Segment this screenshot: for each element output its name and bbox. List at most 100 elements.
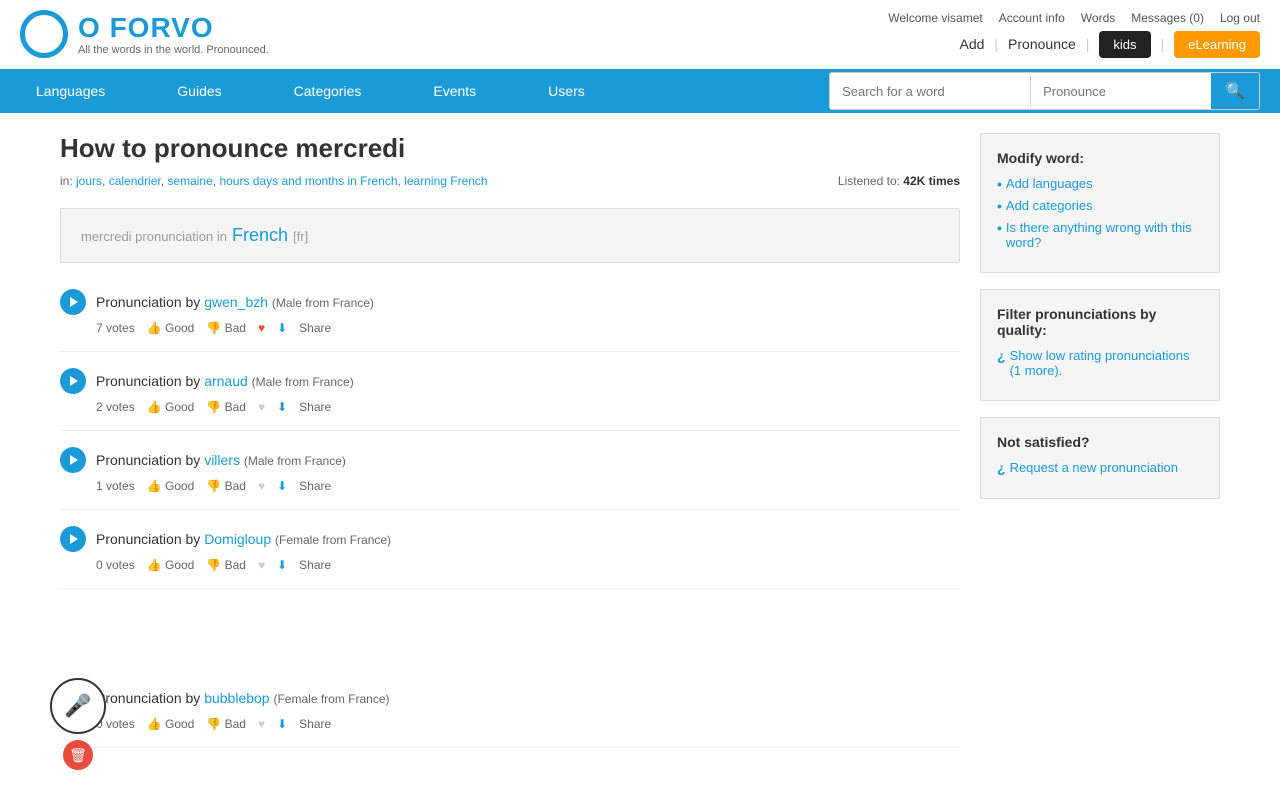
share-btn-2[interactable]: Share [299, 400, 331, 414]
bad-btn-1[interactable]: 👎 Bad [206, 321, 246, 335]
play-button-4[interactable] [60, 526, 86, 552]
kids-button[interactable]: kids [1099, 31, 1150, 58]
entry-1-label: Pronunciation by gwen_bzh (Male from Fra… [96, 294, 374, 310]
play-button-1[interactable] [60, 289, 86, 315]
cat-calendrier[interactable]: calendrier [109, 174, 161, 188]
main-content: How to pronounce mercredi in: jours, cal… [60, 133, 960, 748]
heart-icon-5[interactable]: ♥ [258, 717, 265, 731]
page-title: How to pronounce mercredi [60, 133, 960, 164]
modify-word-box: Modify word: • Add languages • Add categ… [980, 133, 1220, 273]
mic-button[interactable]: 🎤 [50, 678, 106, 734]
cat-jours[interactable]: jours [76, 174, 102, 188]
download-btn-4[interactable]: ⬇ [277, 558, 287, 572]
pronunciation-block: mercredi pronunciation in French [fr] [60, 208, 960, 263]
header-top-links: Welcome visamet Account info Words Messa… [888, 11, 1260, 25]
heart-icon-4[interactable]: ♥ [258, 558, 265, 572]
good-btn-2[interactable]: 👍 Good [147, 400, 195, 414]
language-link[interactable]: French [232, 225, 288, 245]
user-bubblebop[interactable]: bubblebop [204, 690, 269, 706]
nav-guides[interactable]: Guides [141, 69, 257, 113]
share-btn-5[interactable]: Share [299, 717, 331, 731]
logo-tagline: All the words in the world. Pronounced. [78, 44, 269, 56]
entry-1-actions: 7 votes 👍 Good 👎 Bad ♥ ⬇ Share [60, 321, 960, 335]
search-input[interactable] [830, 76, 1030, 107]
ad-area [60, 589, 960, 669]
nav-languages[interactable]: Languages [0, 69, 141, 113]
delete-button[interactable]: 🗑 [63, 740, 93, 770]
cat-learning[interactable]: learning French [404, 174, 487, 188]
heart-icon-2[interactable]: ♥ [258, 400, 265, 414]
votes-2: 2 votes [96, 400, 135, 414]
request-pronunciation-link[interactable]: Request a new pronunciation [1010, 460, 1178, 475]
user-villers[interactable]: villers [204, 452, 240, 468]
good-btn-4[interactable]: 👍 Good [147, 558, 195, 572]
main-nav: Languages Guides Categories Events Users… [0, 69, 1280, 113]
bad-btn-5[interactable]: 👎 Bad [206, 717, 246, 731]
entry-5-label: Pronunciation by bubblebop (Female from … [96, 690, 390, 706]
cat-semaine[interactable]: semaine [167, 174, 212, 188]
heart-icon-1[interactable]: ♥ [258, 321, 265, 335]
play-button-3[interactable] [60, 447, 86, 473]
pronunciation-heading: mercredi pronunciation in French [fr] [81, 225, 939, 246]
entry-2-actions: 2 votes 👍 Good 👎 Bad ♥ ⬇ Share [60, 400, 960, 414]
cat-hours[interactable]: hours days and months in French [219, 174, 397, 188]
logout-link[interactable]: Log out [1220, 11, 1260, 25]
pronounce-link[interactable]: Pronounce [1008, 36, 1076, 52]
entry-2-label: Pronunciation by arnaud (Male from Franc… [96, 373, 354, 389]
entry-2-meta: (Male from France) [252, 375, 354, 389]
user-domigloup[interactable]: Domigloup [204, 531, 271, 547]
entry-4-actions: 0 votes 👍 Good 👎 Bad ♥ ⬇ Share [60, 558, 960, 572]
bad-btn-2[interactable]: 👎 Bad [206, 400, 246, 414]
in-label: in: [60, 174, 76, 188]
votes-3: 1 votes [96, 479, 135, 493]
meta-line: in: jours, calendrier, semaine, hours da… [60, 174, 960, 188]
messages-link[interactable]: Messages (0) [1131, 11, 1204, 25]
words-link[interactable]: Words [1081, 11, 1115, 25]
separator: | [994, 36, 998, 52]
share-btn-4[interactable]: Share [299, 558, 331, 572]
user-arnaud[interactable]: arnaud [204, 373, 248, 389]
entry-3-actions: 1 votes 👍 Good 👎 Bad ♥ ⬇ Share [60, 479, 960, 493]
logo-circle-icon [20, 10, 68, 58]
add-languages-link[interactable]: Add languages [1006, 176, 1093, 191]
download-btn-3[interactable]: ⬇ [277, 479, 287, 493]
votes-4: 0 votes [96, 558, 135, 572]
welcome-text: Welcome visamet [888, 11, 982, 25]
bad-btn-3[interactable]: 👎 Bad [206, 479, 246, 493]
search-button[interactable]: 🔍 [1211, 73, 1259, 109]
entry-4-meta: (Female from France) [275, 533, 391, 547]
entry-5-meta: (Female from France) [273, 692, 389, 706]
nav-users[interactable]: Users [512, 69, 621, 113]
entry-4-label: Pronunciation by Domigloup (Female from … [96, 531, 391, 547]
add-link[interactable]: Add [959, 36, 984, 52]
bad-btn-4[interactable]: 👎 Bad [206, 558, 246, 572]
elearning-button[interactable]: eLearning [1174, 31, 1260, 58]
user-gwen_bzh[interactable]: gwen_bzh [204, 294, 268, 310]
good-btn-5[interactable]: 👍 Good [147, 717, 195, 731]
download-btn-2[interactable]: ⬇ [277, 400, 287, 414]
add-categories-link[interactable]: Add categories [1006, 198, 1093, 213]
download-btn-1[interactable]: ⬇ [277, 321, 287, 335]
good-btn-1[interactable]: 👍 Good [147, 321, 195, 335]
play-button-2[interactable] [60, 368, 86, 394]
votes-1: 7 votes [96, 321, 135, 335]
modify-word-title: Modify word: [997, 150, 1203, 166]
wrong-word-link[interactable]: Is there anything wrong with this word? [1006, 220, 1203, 250]
share-btn-1[interactable]: Share [299, 321, 331, 335]
good-btn-3[interactable]: 👍 Good [147, 479, 195, 493]
not-satisfied-box: Not satisfied? ¿ Request a new pronuncia… [980, 417, 1220, 499]
account-info-link[interactable]: Account info [999, 11, 1065, 25]
show-low-rating-link[interactable]: Show low rating pronunciations (1 more). [1010, 348, 1203, 378]
not-satisfied-title: Not satisfied? [997, 434, 1203, 450]
nav-events[interactable]: Events [397, 69, 512, 113]
top-header: O FORVO All the words in the world. Pron… [0, 0, 1280, 69]
download-btn-5[interactable]: ⬇ [277, 717, 287, 731]
entry-5-actions: 0 votes 👍 Good 👎 Bad ♥ ⬇ Share [60, 717, 960, 731]
pronounce-input[interactable] [1031, 76, 1211, 107]
entry-1: Pronunciation by gwen_bzh (Male from Fra… [60, 273, 960, 352]
nav-categories[interactable]: Categories [258, 69, 398, 113]
add-languages-item: • Add languages [997, 176, 1203, 192]
entry-4-top: Pronunciation by Domigloup (Female from … [60, 526, 960, 552]
heart-icon-3[interactable]: ♥ [258, 479, 265, 493]
share-btn-3[interactable]: Share [299, 479, 331, 493]
